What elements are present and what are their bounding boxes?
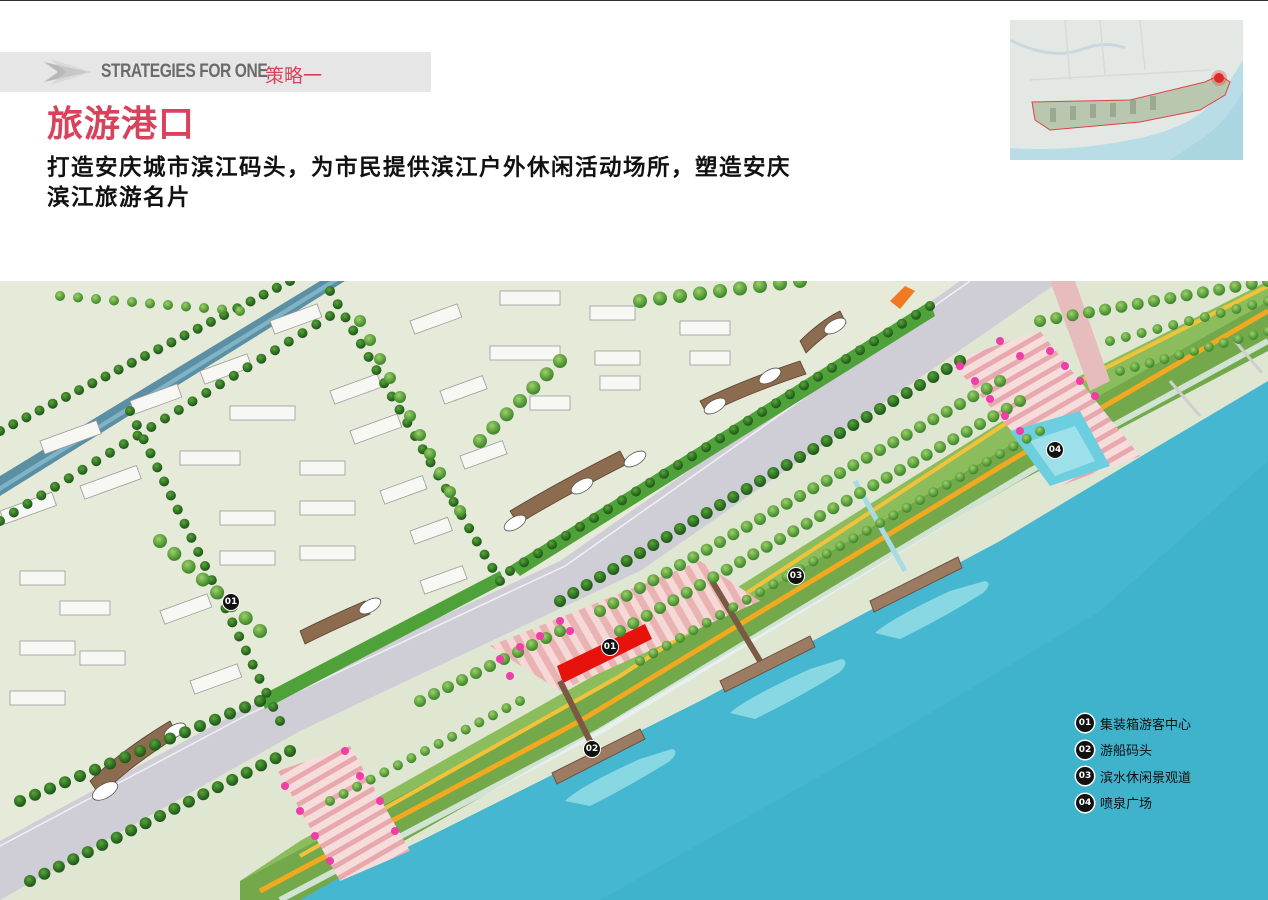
banner-english-label: STRATEGIES FOR ONE: [101, 61, 268, 82]
legend-label: 游船码头: [1100, 744, 1153, 760]
strategy-banner: STRATEGIES FOR ONE 策略一: [0, 52, 431, 92]
legend-item: 03 滨水休闲景观道: [1076, 763, 1191, 790]
marker-03-promenade: 03: [787, 567, 805, 585]
top-divider: [0, 0, 1268, 1]
map-legend: 01 集装箱游客中心 02 游船码头 03 滨水休闲景观道 04 喷泉广场: [1076, 710, 1191, 816]
locator-map: [1010, 20, 1243, 160]
legend-label: 集装箱游客中心: [1100, 717, 1192, 733]
legend-item: 01 集装箱游客中心: [1076, 710, 1191, 737]
legend-number: 04: [1076, 793, 1094, 812]
page-description: 打造安庆城市滨江码头，为市民提供滨江户外休闲活动场所，塑造安庆 滨江旅游名片: [47, 153, 947, 213]
marker-01-visitor-center: 01: [601, 638, 619, 656]
legend-label: 喷泉广场: [1100, 797, 1153, 813]
description-line-2: 滨江旅游名片: [47, 185, 192, 211]
legend-number: 01: [1076, 714, 1094, 733]
legend-item: 02 游船码头: [1076, 737, 1191, 764]
page-title: 旅游港口: [47, 104, 196, 145]
legend-number: 03: [1076, 767, 1094, 786]
marker-04-fountain: 04: [1046, 441, 1064, 459]
description-line-1: 打造安庆城市滨江码头，为市民提供滨江户外休闲活动场所，塑造安庆: [47, 155, 792, 181]
marker-01-residential: 01: [222, 593, 240, 611]
legend-item: 04 喷泉广场: [1076, 790, 1191, 817]
legend-label: 滨水休闲景观道: [1100, 770, 1192, 786]
legend-number: 02: [1076, 740, 1094, 759]
banner-chinese-label: 策略一: [265, 65, 323, 87]
arrow-icon: [44, 59, 92, 85]
marker-02-pier: 02: [583, 740, 601, 758]
